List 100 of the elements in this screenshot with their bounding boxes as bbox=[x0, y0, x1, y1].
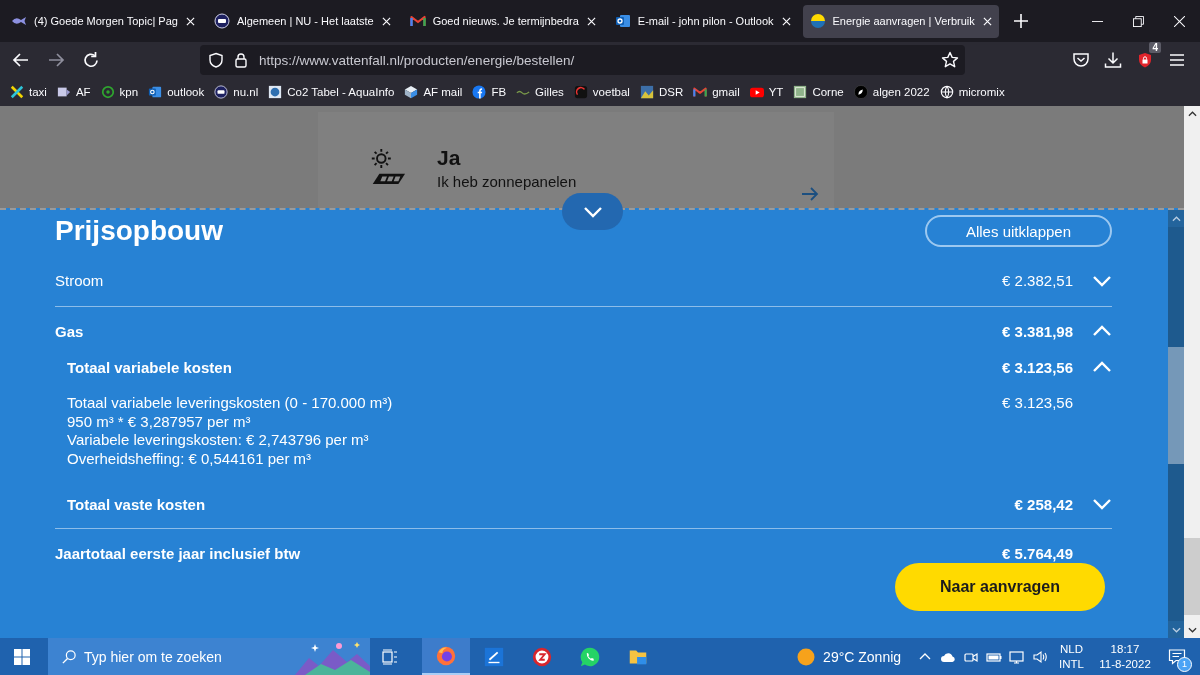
task-view-icon[interactable] bbox=[382, 648, 398, 665]
bookmark-item[interactable]: algen 2022 bbox=[853, 85, 930, 99]
photo-thumbnail-icon bbox=[639, 85, 654, 99]
restore-icon[interactable] bbox=[1133, 15, 1144, 27]
bookmark-item[interactable]: AF mail bbox=[404, 85, 463, 99]
address-bar[interactable]: https://www.vattenfall.nl/producten/energie/bestellen/ bbox=[200, 45, 965, 75]
envelope-m-icon bbox=[693, 85, 708, 99]
chevron-down-icon[interactable] bbox=[1092, 498, 1112, 510]
browser-tab[interactable]: Energie aanvragen | Verbruik bbox=[802, 4, 999, 38]
mail-tile-icon bbox=[614, 13, 631, 29]
menu-icon[interactable] bbox=[1168, 51, 1186, 69]
chevron-down-icon bbox=[582, 205, 603, 218]
play-icon bbox=[749, 85, 764, 99]
scrollbar-thumb[interactable] bbox=[1184, 538, 1200, 615]
scrollbar-thumb[interactable] bbox=[1168, 347, 1184, 464]
bookmark-item[interactable]: Corne bbox=[793, 85, 844, 99]
leaf-circle-icon bbox=[853, 85, 868, 99]
bookmark-item[interactable]: AF bbox=[56, 85, 91, 99]
search-bar[interactable]: Typ hier om te zoeken bbox=[48, 638, 370, 675]
windows-logo-icon[interactable] bbox=[14, 648, 30, 665]
price-amount: € 3.123,56 bbox=[1002, 358, 1073, 376]
price-label: Totaal vaste kosten bbox=[67, 495, 207, 513]
scrollbar[interactable] bbox=[1168, 210, 1184, 638]
close-icon[interactable] bbox=[1174, 15, 1185, 27]
weather-widget[interactable]: 29°C Zonnig bbox=[797, 647, 902, 666]
close-icon[interactable] bbox=[586, 16, 596, 26]
cube-icon bbox=[404, 85, 419, 99]
price-label: Totaal variabele kosten bbox=[67, 358, 233, 376]
scroll-up-icon[interactable] bbox=[1187, 111, 1197, 117]
globe-icon bbox=[939, 85, 954, 99]
total-amount: € 5.764,49 bbox=[1002, 544, 1073, 562]
close-icon[interactable] bbox=[381, 16, 391, 26]
close-icon[interactable] bbox=[982, 16, 992, 26]
bookmark-item[interactable]: voetbal bbox=[573, 85, 630, 99]
bookmark-item[interactable]: kpn bbox=[100, 85, 139, 99]
chevron-up-icon[interactable] bbox=[1092, 325, 1112, 337]
round-logo-icon bbox=[472, 85, 487, 99]
x-logo-icon bbox=[10, 85, 24, 99]
price-label: Gas bbox=[55, 322, 85, 340]
clock[interactable]: 18:17 11-8-2022 bbox=[1094, 641, 1156, 672]
bookmark-item[interactable]: FB bbox=[472, 85, 507, 99]
scrollbar[interactable] bbox=[1184, 106, 1200, 638]
search-icon bbox=[62, 649, 76, 664]
option-subtitle: Ik heb zonnepanelen bbox=[437, 173, 577, 191]
chat-bubble-icon bbox=[579, 645, 601, 668]
bookmark-item[interactable]: Gilles bbox=[516, 85, 564, 99]
speaker-icon[interactable] bbox=[1032, 648, 1049, 665]
pocket-icon[interactable] bbox=[1072, 51, 1090, 69]
bookmark-item[interactable]: DSR bbox=[639, 85, 684, 99]
close-icon[interactable] bbox=[185, 16, 195, 26]
flower-logo-icon bbox=[100, 85, 115, 99]
price-label: Stroom bbox=[55, 272, 105, 289]
shield-icon[interactable] bbox=[1136, 51, 1154, 69]
price-detail-line: Variabele leveringskosten: € 2,743796 per m³ bbox=[67, 431, 370, 450]
download-icon[interactable] bbox=[1104, 51, 1122, 69]
bookmark-item[interactable]: outlook bbox=[148, 85, 205, 99]
total-label: Jaartotaal eerste jaar inclusief btw bbox=[55, 544, 302, 562]
square-logo-icon bbox=[793, 85, 808, 99]
taskbar-app[interactable] bbox=[422, 638, 470, 675]
network-icon[interactable] bbox=[1009, 648, 1026, 665]
half-circle-logo-icon bbox=[809, 13, 826, 29]
ring-logo-icon bbox=[531, 645, 553, 668]
notification-badge: 1 bbox=[1177, 656, 1192, 672]
chevron-down-icon[interactable] bbox=[1092, 274, 1112, 287]
expand-all-button[interactable]: Alles uitklappen bbox=[925, 215, 1112, 247]
browser-tab[interactable]: Algemeen | NU - Het laatste bbox=[206, 4, 398, 38]
envelope-m-icon bbox=[409, 13, 426, 29]
flame-globe-icon bbox=[435, 644, 457, 667]
plus-icon[interactable] bbox=[1013, 14, 1028, 28]
bookmark-item[interactable]: gmail bbox=[693, 85, 740, 99]
image-tile-icon bbox=[268, 85, 283, 99]
mail-tile-icon bbox=[148, 85, 163, 99]
bookmark-item[interactable]: YT bbox=[749, 85, 784, 99]
close-icon[interactable] bbox=[781, 16, 791, 26]
bookmark-item[interactable]: Co2 Tabel - AquaInfo bbox=[268, 85, 395, 99]
notification-icon[interactable] bbox=[1168, 647, 1186, 666]
price-amount: € 3.123,56 bbox=[1002, 394, 1073, 413]
gauge-tile-icon bbox=[573, 85, 588, 99]
circle-logo-icon bbox=[214, 85, 229, 99]
apply-button[interactable]: Naar aanvragen bbox=[895, 563, 1105, 611]
browser-tab[interactable]: Goed nieuws. Je termijnbedra bbox=[402, 4, 603, 38]
browser-tab[interactable]: E-mail - john pilon - Outlook bbox=[607, 4, 798, 38]
price-amount: € 258,42 bbox=[1014, 495, 1073, 513]
bookmark-star-icon[interactable] bbox=[941, 51, 959, 69]
bookmark-item[interactable]: taxi bbox=[10, 85, 47, 99]
circle-logo-icon bbox=[213, 13, 230, 29]
badge-count: 4 bbox=[1149, 42, 1161, 53]
search-input[interactable]: Typ hier om te zoeken bbox=[84, 648, 295, 665]
option-card[interactable]: Ja Ik heb zonnepanelen bbox=[318, 112, 834, 208]
price-detail-line: 950 m³ * € 3,287957 per m³ bbox=[67, 412, 252, 431]
shield-icon[interactable] bbox=[208, 52, 224, 68]
language-indicator[interactable]: NLD INTL bbox=[1059, 641, 1084, 672]
chevron-up-icon[interactable] bbox=[1092, 361, 1112, 373]
bookmark-item[interactable]: nu.nl bbox=[214, 85, 259, 99]
document-icon bbox=[56, 85, 71, 99]
bookmark-item[interactable]: micromix bbox=[939, 85, 1005, 99]
reload-icon[interactable] bbox=[82, 51, 100, 69]
browser-tab[interactable]: (4) Goede Morgen Topic| Pag bbox=[4, 4, 202, 38]
back-icon[interactable] bbox=[12, 51, 30, 69]
lock-icon[interactable] bbox=[233, 52, 249, 68]
